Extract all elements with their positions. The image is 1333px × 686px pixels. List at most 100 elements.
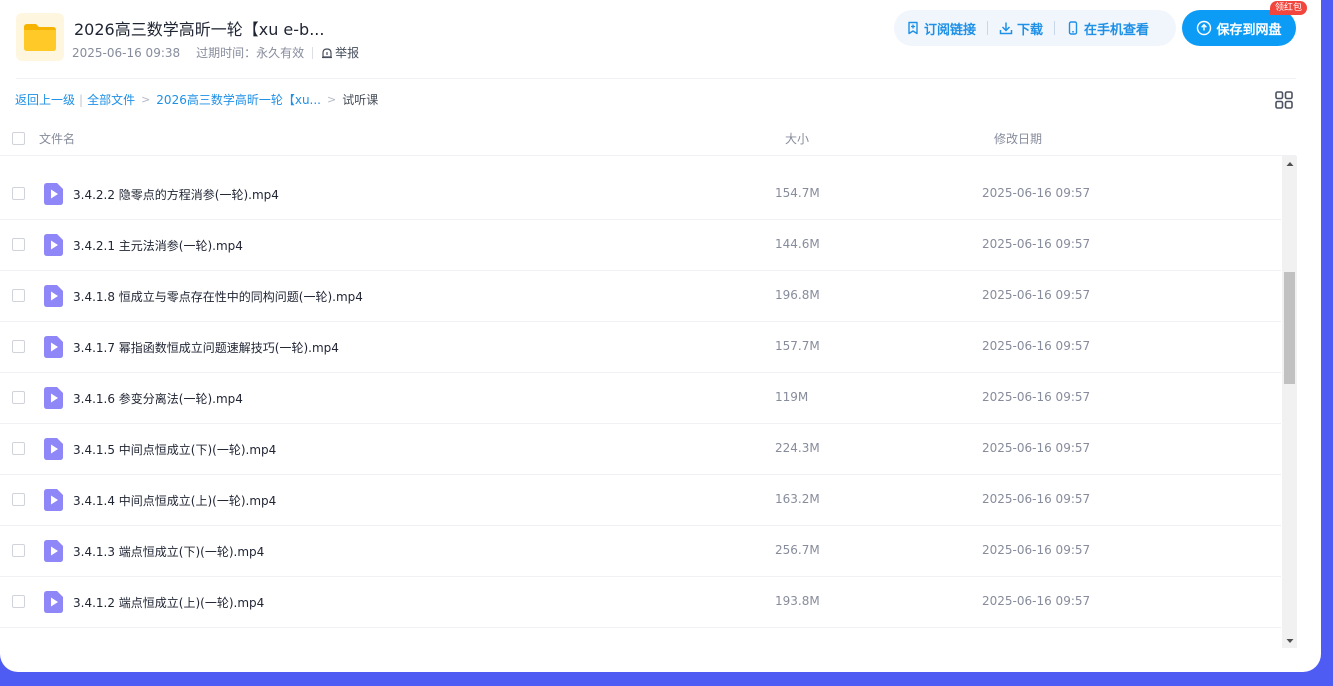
report-label: 举报 (335, 46, 360, 60)
select-all-checkbox[interactable] (12, 132, 25, 145)
file-size: 154.7M (775, 186, 820, 200)
cloud-save-icon (1197, 20, 1212, 36)
breadcrumb-arrow: > (141, 93, 151, 106)
row-checkbox[interactable] (12, 238, 25, 251)
video-file-icon (44, 336, 63, 358)
table-row[interactable]: 3.4.1.6 参变分离法(一轮).mp4 119M 2025-06-16 09:5… (0, 373, 1281, 424)
video-file-icon (44, 285, 63, 307)
download-label: 下载 (1017, 22, 1044, 38)
video-file-icon (44, 234, 63, 256)
report-icon (322, 47, 333, 58)
file-name[interactable]: 3.4.1.2 端点恒成立(上)(一轮).mp4 (73, 594, 264, 611)
column-size: 大小 (785, 132, 810, 146)
file-size: 119M (775, 390, 809, 404)
file-name[interactable]: 3.4.1.4 中间点恒成立(上)(一轮).mp4 (73, 492, 276, 509)
view-on-phone-label: 在手机查看 (1084, 22, 1150, 38)
file-name[interactable]: 3.4.2.2 隐零点的方程消参(一轮).mp4 (73, 186, 279, 203)
video-file-icon (44, 591, 63, 613)
row-checkbox[interactable] (12, 442, 25, 455)
file-date: 2025-06-16 09:57 (982, 543, 1091, 557)
breadcrumb-current: 试听课 (342, 93, 379, 107)
action-divider (987, 21, 989, 35)
redpack-badge[interactable]: 领红包 (1270, 1, 1308, 15)
file-date: 2025-06-16 09:57 (982, 441, 1091, 455)
file-name[interactable]: 3.4.1.7 幂指函数恒成立问题速解技巧(一轮).mp4 (73, 339, 339, 356)
file-date: 2025-06-16 09:57 (982, 390, 1091, 404)
view-on-phone-button[interactable]: 在手机查看 (1066, 19, 1149, 38)
file-date: 2025-06-16 09:57 (982, 237, 1091, 251)
bookmark-icon (908, 21, 918, 35)
file-name[interactable]: 3.4.1.3 端点恒成立(下)(一轮).mp4 (73, 543, 264, 560)
subscribe-label: 订阅链接 (924, 22, 977, 38)
table-row[interactable]: 3.4.2.1 主元法消参(一轮).mp4 144.6M 2025-06-16 09… (0, 220, 1281, 271)
file-list: 3.4.2.2 隐零点的方程消参(一轮).mp4 154.7M 2025-06-16… (0, 156, 1281, 648)
file-size: 163.2M (775, 492, 820, 506)
row-checkbox[interactable] (12, 187, 25, 200)
share-actions: 订阅链接 下载 在手机查看 (894, 10, 1176, 46)
meta-divider (312, 46, 314, 59)
video-file-icon (44, 387, 63, 409)
subscribe-link-button[interactable]: 订阅链接 (906, 19, 976, 38)
table-row[interactable]: 3.4.1.7 幂指函数恒成立问题速解技巧(一轮).mp4 157.7M 2025-… (0, 322, 1281, 373)
report-link[interactable]: 举报 (321, 44, 359, 61)
table-row[interactable]: 3.4.1.8 恒成立与零点存在性中的同构问题(一轮).mp4 196.8M 202… (0, 271, 1281, 322)
scroll-up-arrow-icon[interactable] (1282, 156, 1297, 171)
phone-icon (1068, 21, 1078, 35)
scroll-down-arrow-icon[interactable] (1282, 633, 1297, 648)
share-header: 2026高三数学高昕一轮【xu e-b... 2025-06-16 09:38 … (0, 0, 1321, 78)
breadcrumb-separator: | (79, 92, 84, 107)
grid-view-icon[interactable] (1274, 90, 1294, 110)
file-date: 2025-06-16 09:57 (982, 186, 1091, 200)
file-date: 2025-06-16 09:57 (982, 492, 1091, 506)
breadcrumb: 返回上一级 | 全部文件 > 2026高三数学高昕一轮【xu... > 试听课 (15, 91, 378, 108)
video-file-icon (44, 540, 63, 562)
row-checkbox[interactable] (12, 544, 25, 557)
header-divider (16, 78, 1296, 79)
share-page-card: 2026高三数学高昕一轮【xu e-b... 2025-06-16 09:38 … (0, 0, 1321, 672)
action-divider (1054, 21, 1056, 35)
file-name[interactable]: 3.4.2.1 主元法消参(一轮).mp4 (73, 237, 243, 254)
download-button[interactable]: 下载 (999, 19, 1043, 38)
video-file-icon (44, 438, 63, 460)
row-checkbox[interactable] (12, 391, 25, 404)
table-header: 文件名 大小 修改日期 (0, 122, 1296, 156)
save-to-drive-button[interactable]: 保存到网盘 (1182, 10, 1296, 46)
file-size: 193.8M (775, 594, 820, 608)
download-icon (999, 22, 1013, 35)
share-title: 2026高三数学高昕一轮【xu e-b... (74, 20, 325, 39)
file-size: 157.7M (775, 339, 820, 353)
save-label: 保存到网盘 (1216, 22, 1282, 38)
file-date: 2025-06-16 09:57 (982, 594, 1091, 608)
list-scrollbar[interactable] (1282, 156, 1297, 648)
row-checkbox[interactable] (12, 340, 25, 353)
row-checkbox[interactable] (12, 289, 25, 302)
breadcrumb-all-files[interactable]: 全部文件 (87, 91, 135, 108)
scrollbar-thumb[interactable] (1284, 272, 1295, 384)
video-file-icon (44, 489, 63, 511)
breadcrumb-back[interactable]: 返回上一级 (15, 91, 75, 108)
file-date: 2025-06-16 09:57 (982, 288, 1091, 302)
row-checkbox[interactable] (12, 493, 25, 506)
table-row[interactable]: 3.4.1.5 中间点恒成立(下)(一轮).mp4 224.3M 2025-06-1… (0, 424, 1281, 475)
table-row[interactable]: 3.4.1.2 端点恒成立(上)(一轮).mp4 193.8M 2025-06-16… (0, 577, 1281, 628)
file-name[interactable]: 3.4.1.6 参变分离法(一轮).mp4 (73, 390, 243, 407)
table-row[interactable]: 3.4.1.4 中间点恒成立(上)(一轮).mp4 163.2M 2025-06-1… (0, 475, 1281, 526)
file-date: 2025-06-16 09:57 (982, 339, 1091, 353)
breadcrumb-folder[interactable]: 2026高三数学高昕一轮【xu... (156, 91, 321, 108)
file-size: 224.3M (775, 441, 820, 455)
video-file-icon (44, 183, 63, 205)
share-meta: 2025-06-16 09:38 过期时间：永久有效 举报 (72, 44, 359, 61)
file-name[interactable]: 3.4.1.5 中间点恒成立(下)(一轮).mp4 (73, 441, 276, 458)
row-checkbox[interactable] (12, 595, 25, 608)
table-row[interactable]: 3.4.2.2 隐零点的方程消参(一轮).mp4 154.7M 2025-06-16… (0, 169, 1281, 220)
share-date: 2025-06-16 09:38 (72, 45, 181, 60)
breadcrumb-arrow: > (327, 93, 337, 106)
folder-icon (16, 13, 64, 61)
table-row[interactable]: 3.4.1.3 端点恒成立(下)(一轮).mp4 256.7M 2025-06-16… (0, 526, 1281, 577)
file-size: 256.7M (775, 543, 820, 557)
file-size: 196.8M (775, 288, 820, 302)
file-name[interactable]: 3.4.1.8 恒成立与零点存在性中的同构问题(一轮).mp4 (73, 288, 363, 305)
expire-time: 过期时间：永久有效 (196, 46, 305, 60)
column-name: 文件名 (39, 132, 76, 146)
column-date: 修改日期 (994, 132, 1043, 146)
